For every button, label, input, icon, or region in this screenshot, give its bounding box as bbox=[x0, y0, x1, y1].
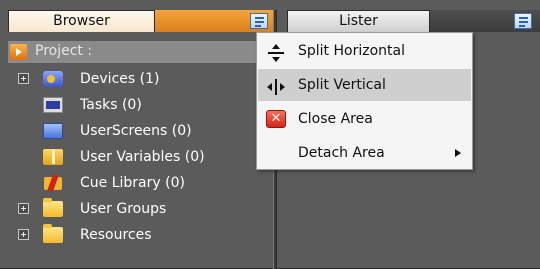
context-menu: Split Horizontal Split Vertical ✕ Close … bbox=[256, 32, 473, 170]
tree-item-devices[interactable]: Devices (1) bbox=[0, 67, 273, 91]
project-label: Project : bbox=[35, 43, 93, 59]
user-variables-icon bbox=[43, 149, 63, 165]
menu-item-label: Detach Area bbox=[298, 145, 385, 161]
menu-item-split-vertical[interactable]: Split Vertical bbox=[258, 69, 471, 101]
user-screens-icon bbox=[43, 123, 63, 139]
tree-item-cue-library[interactable]: Cue Library (0) bbox=[0, 171, 273, 195]
tree-item-userscreens[interactable]: UserScreens (0) bbox=[0, 119, 273, 143]
menu-item-split-horizontal[interactable]: Split Horizontal bbox=[258, 35, 471, 67]
tree-item-user-variables[interactable]: User Variables (0) bbox=[0, 145, 273, 169]
tab-lister[interactable]: Lister bbox=[287, 10, 430, 32]
tree-item-label: Tasks (0) bbox=[80, 97, 142, 113]
project-icon bbox=[10, 44, 27, 60]
tree-item-label: Resources bbox=[80, 227, 152, 243]
cue-library-icon bbox=[43, 175, 63, 191]
menu-item-detach-area[interactable]: Detach Area bbox=[258, 137, 471, 169]
tree-item-user-groups[interactable]: User Groups bbox=[0, 197, 273, 221]
tree-item-label: User Variables (0) bbox=[80, 149, 205, 165]
folder-icon bbox=[43, 224, 63, 243]
expand-icon[interactable] bbox=[18, 73, 29, 84]
tab-browser-label: Browser bbox=[53, 13, 110, 29]
pane-options-icon[interactable] bbox=[250, 13, 268, 29]
folder-icon bbox=[43, 198, 63, 217]
tab-lister-label: Lister bbox=[339, 13, 378, 29]
tree-item-resources[interactable]: Resources bbox=[0, 223, 273, 247]
menu-item-label: Split Horizontal bbox=[298, 43, 405, 59]
split-horizontal-icon bbox=[266, 42, 286, 62]
tab-browser[interactable]: Browser bbox=[8, 10, 155, 32]
expand-icon[interactable] bbox=[18, 229, 29, 240]
lister-pane-options-icon[interactable] bbox=[514, 13, 532, 29]
tree-item-label: Cue Library (0) bbox=[80, 175, 185, 191]
tree-item-label: UserScreens (0) bbox=[80, 123, 192, 139]
submenu-arrow-icon bbox=[455, 149, 461, 157]
devices-icon bbox=[43, 71, 63, 87]
expand-icon[interactable] bbox=[18, 203, 29, 214]
application-frame: Browser Lister Project : Devices (1) Tas… bbox=[0, 0, 540, 269]
menu-item-label: Split Vertical bbox=[298, 77, 386, 93]
tasks-icon bbox=[43, 97, 63, 113]
split-vertical-icon bbox=[266, 76, 286, 95]
project-header[interactable]: Project : bbox=[8, 41, 273, 63]
tree-item-tasks[interactable]: Tasks (0) bbox=[0, 93, 273, 117]
menu-item-close-area[interactable]: ✕ Close Area bbox=[258, 103, 471, 135]
tree-item-label: Devices (1) bbox=[80, 71, 160, 87]
tree-item-label: User Groups bbox=[80, 201, 167, 217]
menu-item-label: Close Area bbox=[298, 111, 373, 127]
close-area-icon: ✕ bbox=[266, 110, 286, 128]
